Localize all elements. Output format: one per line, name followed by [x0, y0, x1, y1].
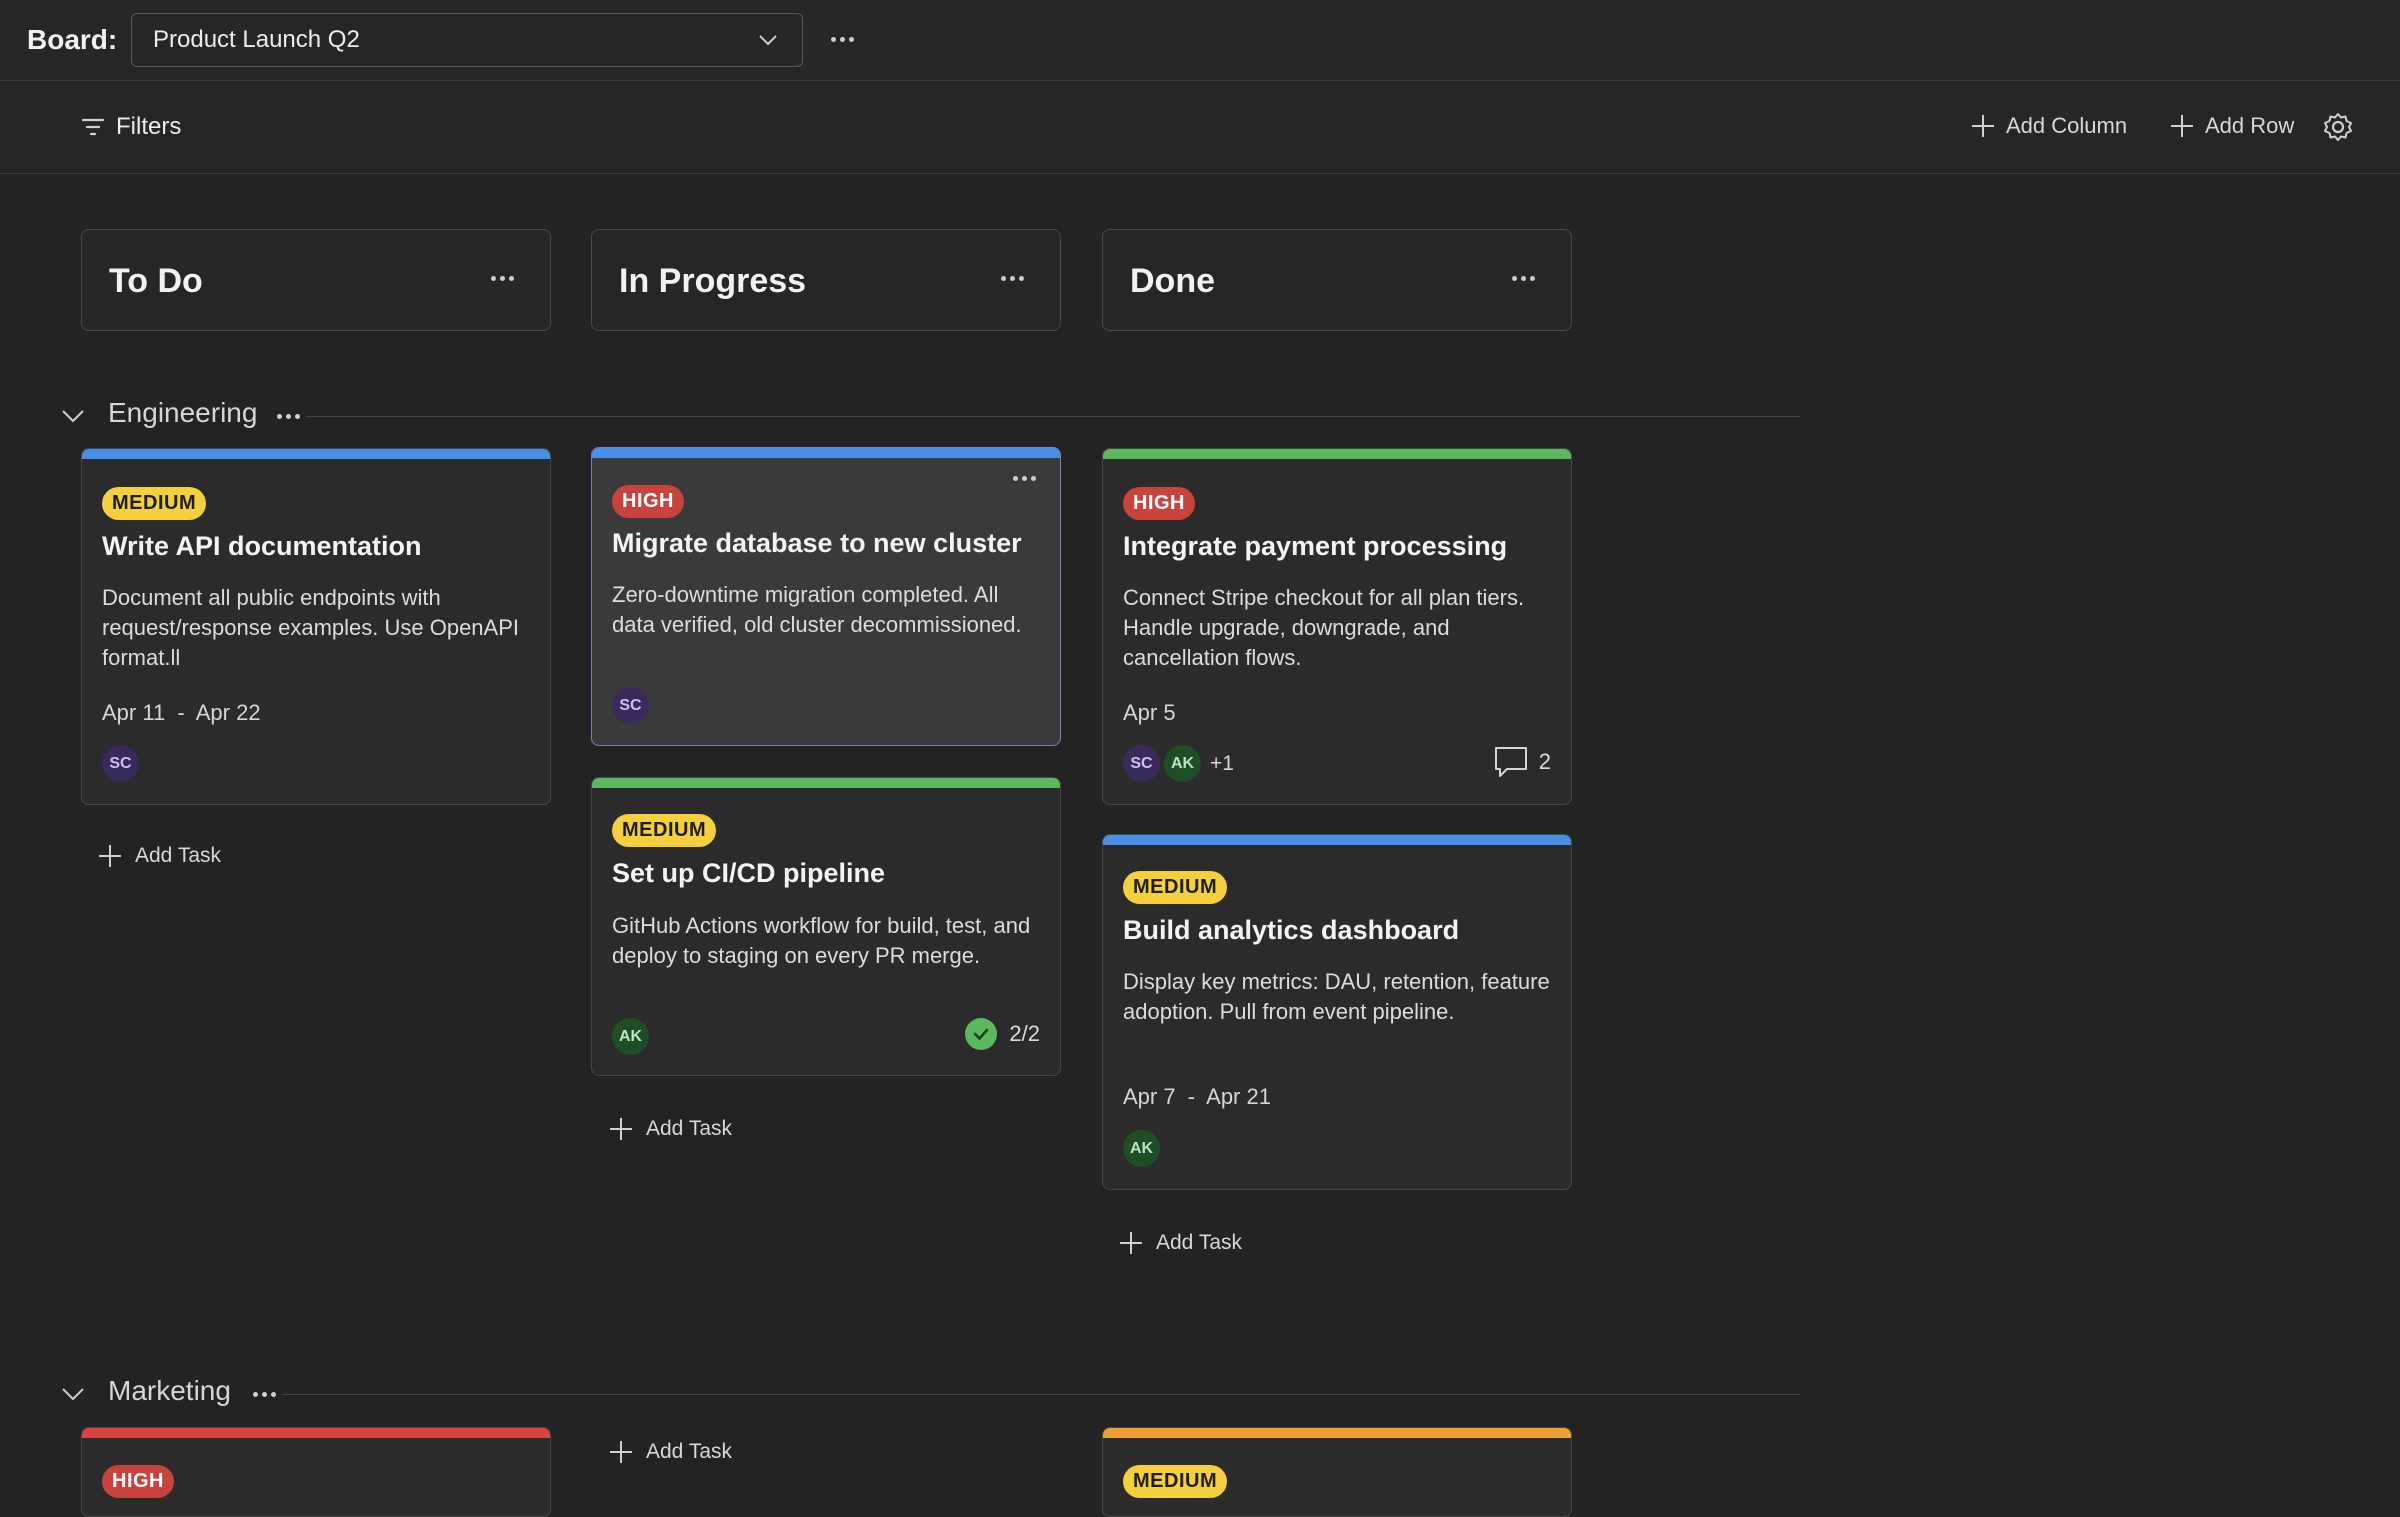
group-divider: [306, 416, 1800, 417]
column-header-done[interactable]: Done: [1102, 229, 1572, 331]
task-card-selected[interactable]: HIGH Migrate database to new cluster Zer…: [591, 447, 1061, 746]
avatar[interactable]: SC: [612, 687, 649, 724]
add-column-button[interactable]: Add Column: [1970, 113, 2127, 139]
plus-icon: [610, 1118, 632, 1140]
group-engineering: Engineering: [60, 397, 1800, 437]
task-card[interactable]: MEDIUM: [1102, 1427, 1572, 1517]
comments-value: 2: [1538, 749, 1551, 774]
group-divider: [282, 1394, 1800, 1395]
card-color-bar: [82, 449, 550, 459]
card-description: Zero-downtime migration completed. All d…: [612, 582, 1022, 637]
card-color-bar: [592, 778, 1060, 788]
add-task-label: Add Task: [135, 844, 221, 867]
card-description: GitHub Actions workflow for build, test,…: [612, 913, 1031, 968]
group-marketing: Marketing: [60, 1375, 1800, 1415]
add-task-button[interactable]: Add Task: [1118, 1230, 1242, 1256]
extra-assignees-count[interactable]: +1: [1210, 752, 1234, 776]
group-name: Marketing: [108, 1375, 231, 1406]
card-more-icon[interactable]: [1013, 476, 1036, 481]
add-task-label: Add Task: [646, 1440, 732, 1463]
card-color-bar: [1103, 835, 1571, 845]
task-card[interactable]: MEDIUM Set up CI/CD pipeline GitHub Acti…: [591, 777, 1061, 1076]
add-task-label: Add Task: [646, 1117, 732, 1140]
plus-icon: [99, 845, 121, 867]
card-color-bar: [82, 1428, 550, 1438]
priority-badge: MEDIUM: [102, 487, 207, 520]
add-task-button[interactable]: Add Task: [608, 1439, 732, 1465]
add-task-button[interactable]: Add Task: [97, 843, 221, 869]
card-color-bar: [1103, 1428, 1571, 1438]
plus-icon: [610, 1441, 632, 1463]
priority-badge: MEDIUM: [612, 814, 717, 847]
column-more-icon[interactable]: [1512, 276, 1535, 281]
task-card[interactable]: MEDIUM Build analytics dashboard Display…: [1102, 834, 1572, 1190]
column-more-icon[interactable]: [491, 276, 514, 281]
card-description: Connect Stripe checkout for all plan tie…: [1123, 585, 1525, 670]
add-task-label: Add Task: [1156, 1231, 1242, 1254]
chevron-down-icon[interactable]: [60, 403, 86, 429]
check-icon: [965, 1018, 998, 1050]
priority-badge: HIGH: [612, 485, 684, 518]
column-header-todo[interactable]: To Do: [81, 229, 551, 331]
add-column-label: Add Column: [2006, 113, 2128, 138]
comment-icon: [1494, 747, 1527, 777]
priority-badge: MEDIUM: [1123, 1465, 1228, 1498]
card-title: Build analytics dashboard: [1123, 915, 1460, 945]
priority-badge: HIGH: [102, 1465, 174, 1498]
group-name: Engineering: [108, 397, 258, 428]
checklist-progress: 2/2: [965, 1018, 1040, 1050]
avatar[interactable]: SC: [102, 745, 139, 782]
column-title: Done: [1130, 262, 1215, 300]
chevron-down-icon: [759, 35, 777, 46]
comments-count[interactable]: 2: [1493, 745, 1551, 779]
column-title: In Progress: [619, 262, 807, 300]
plus-icon: [1972, 115, 1994, 137]
card-title: Integrate payment processing: [1123, 531, 1508, 561]
plus-icon: [2171, 115, 2193, 137]
column-header-in-progress[interactable]: In Progress: [591, 229, 1061, 331]
avatar[interactable]: AK: [1123, 1130, 1160, 1167]
priority-badge: HIGH: [1123, 487, 1195, 520]
checklist-count: 2/2: [1009, 1021, 1040, 1046]
card-date: Apr 7 - Apr 21: [1123, 1084, 1271, 1109]
card-date: Apr 11 - Apr 22: [102, 700, 261, 725]
plus-icon: [1120, 1232, 1142, 1254]
column-more-icon[interactable]: [1001, 276, 1024, 281]
add-task-button[interactable]: Add Task: [608, 1116, 732, 1142]
add-row-button[interactable]: Add Row: [2169, 113, 2294, 139]
filters-label: Filters: [116, 113, 182, 140]
chevron-down-icon[interactable]: [60, 1381, 86, 1407]
task-card[interactable]: HIGH Integrate payment processing Connec…: [1102, 448, 1572, 805]
priority-badge: MEDIUM: [1123, 871, 1228, 904]
column-title: To Do: [109, 262, 203, 300]
card-title: Set up CI/CD pipeline: [612, 858, 886, 888]
card-color-bar: [1103, 449, 1571, 459]
filter-icon: [81, 118, 105, 136]
card-date: Apr 5: [1123, 700, 1176, 725]
task-card[interactable]: MEDIUM Write API documentation Document …: [81, 448, 551, 805]
add-row-label: Add Row: [2205, 113, 2295, 138]
board-select-value: Product Launch Q2: [153, 26, 360, 53]
toolbar: Filters Add Column Add Row: [0, 81, 2400, 174]
avatar[interactable]: AK: [612, 1018, 649, 1055]
board-label: Board:: [27, 24, 118, 55]
top-bar: Board: Product Launch Q2: [0, 0, 2400, 81]
board-more-icon[interactable]: [831, 37, 854, 42]
group-more-icon[interactable]: [253, 1392, 276, 1397]
board-select[interactable]: Product Launch Q2: [131, 13, 803, 67]
card-title: Write API documentation: [102, 531, 422, 561]
task-card[interactable]: HIGH: [81, 1427, 551, 1517]
gear-icon[interactable]: [2322, 111, 2354, 143]
card-description: Document all public endpoints with reque…: [102, 585, 520, 670]
avatar[interactable]: AK: [1164, 745, 1201, 782]
card-title: Migrate database to new cluster: [612, 528, 1022, 558]
card-description: Display key metrics: DAU, retention, fea…: [1123, 969, 1550, 1024]
filters-button[interactable]: Filters: [80, 113, 181, 141]
avatar[interactable]: SC: [1123, 745, 1160, 782]
group-more-icon[interactable]: [277, 414, 300, 419]
card-color-bar: [592, 448, 1060, 458]
